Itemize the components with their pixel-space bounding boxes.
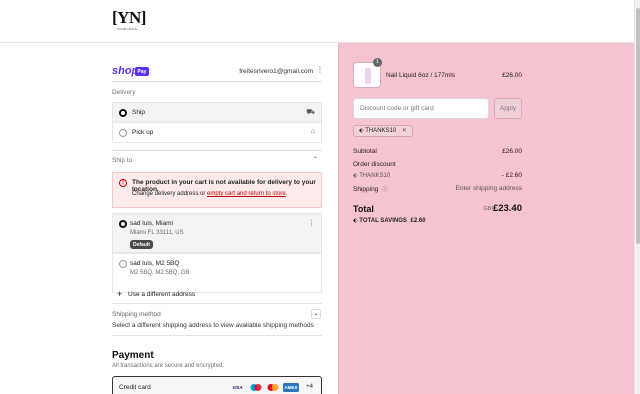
address-name: sad luis, Miami: [130, 220, 173, 227]
logo-text: [YN]: [112, 8, 146, 27]
tag-icon: ⬖: [353, 218, 358, 224]
account-menu-icon[interactable]: ⋮: [316, 66, 324, 74]
empty-cart-link[interactable]: empty cart and return to store: [207, 191, 286, 197]
ship-to-label: Ship to: [112, 157, 133, 164]
discount-code-input[interactable]: [353, 98, 489, 119]
credit-card-label: Credit card: [119, 384, 151, 391]
amex-icon: AMEX: [283, 383, 299, 392]
applied-discount-chip: ⬖ THANKS10 ✕: [353, 125, 413, 137]
alert-body-end: .: [285, 191, 288, 197]
address-radio[interactable]: [119, 220, 127, 228]
address-option[interactable]: sad luis, Miami Miami FL 33111, US Defau…: [112, 213, 322, 253]
discount-value: - £2.60: [501, 172, 522, 179]
pickup-label: Pick up: [132, 129, 154, 136]
subtotal-value: £26.00: [502, 148, 522, 155]
page-scrollbar[interactable]: [634, 0, 640, 394]
ship-to-chevron-up-icon[interactable]: ⌃: [313, 156, 318, 163]
visa-icon: VISA: [232, 385, 243, 390]
store-logo[interactable]: [YN] YOUR NAILS: [112, 8, 146, 33]
address-option[interactable]: sad luis, M2 5BQ M2 5BQ, M2 5BQ, GB: [112, 253, 322, 293]
default-badge: Default: [130, 240, 153, 249]
divider: [112, 150, 322, 151]
mastercard-icon: [266, 383, 280, 392]
shop-pay-badge: Pay: [135, 67, 149, 76]
remove-discount-icon[interactable]: ✕: [402, 128, 407, 134]
quantity-badge: 1: [373, 58, 382, 67]
use-different-address-link[interactable]: Use a different address: [128, 291, 195, 298]
shipping-line: Shipping ⓘ: [353, 185, 388, 193]
discount-code-line: ⬖ THANKS10: [353, 172, 390, 179]
delivery-option-pickup[interactable]: Pick up ⌂: [112, 122, 322, 143]
delivery-option-ship[interactable]: Ship ⛟: [112, 102, 322, 123]
credit-card-option[interactable]: Credit card VISA AMEX +4: [112, 376, 322, 394]
savings-value: £2.60: [410, 218, 426, 224]
shipping-method-message: Select a different shipping address to v…: [112, 322, 314, 329]
pickup-radio[interactable]: [119, 129, 127, 137]
alert-body: Change delivery address or empty cart an…: [132, 191, 287, 197]
total-label: Total: [353, 204, 374, 214]
scrollbar-thumb[interactable]: [636, 8, 640, 244]
address-radio[interactable]: [119, 260, 127, 268]
total-value: £23.40: [492, 203, 522, 214]
discount-code: THANKS10: [359, 173, 391, 179]
checkout-form: shop Pay freitesrivero1@gmail.com ⋮ Deli…: [0, 43, 338, 394]
more-cards-count: +4: [306, 384, 313, 390]
info-icon[interactable]: ⓘ: [382, 187, 388, 193]
order-discount-label: Order discount: [353, 161, 396, 168]
store-icon: ⌂: [310, 128, 315, 135]
maestro-icon: [249, 383, 263, 392]
delivery-label: Delivery: [112, 89, 136, 96]
address-menu-icon[interactable]: ⋮: [308, 219, 315, 227]
plus-icon[interactable]: +: [117, 290, 122, 299]
payment-heading: Payment: [112, 350, 154, 361]
address-line: M2 5BQ, M2 5BQ, GB: [130, 270, 190, 276]
subtotal-label: Subtotal: [353, 148, 377, 155]
total-savings: ⬖ TOTAL SAVINGS £2.60: [353, 217, 426, 224]
shipping-value: Enter shipping address: [455, 185, 523, 192]
product-name: Nail Liquid 6oz / 177mls: [386, 72, 456, 79]
product-price: £26.00: [502, 72, 522, 79]
payment-subheading: All transactions are secure and encrypte…: [112, 363, 225, 369]
shipping-method-chevron-down-icon[interactable]: ⌄: [311, 309, 321, 319]
applied-code: THANKS10: [365, 128, 397, 134]
shipping-label: Shipping: [353, 186, 379, 193]
apply-discount-button[interactable]: Apply: [494, 98, 522, 119]
alert-body-text: Change delivery address or: [132, 191, 208, 197]
delivery-error-banner: ! The product in your cart is not availa…: [112, 172, 322, 208]
address-name: sad luis, M2 5BQ: [130, 260, 180, 267]
tag-icon: ⬖: [359, 128, 364, 134]
nail-liquid-bottle-icon: [365, 68, 371, 84]
savings-label: TOTAL SAVINGS: [359, 218, 407, 224]
divider: [112, 303, 322, 304]
tag-icon: ⬖: [353, 173, 358, 179]
divider: [112, 81, 322, 82]
error-icon: !: [119, 179, 127, 187]
divider: [112, 335, 322, 336]
shipping-method-label: Shipping method: [112, 311, 161, 318]
ship-radio[interactable]: [119, 109, 127, 117]
truck-icon: ⛟: [306, 109, 315, 116]
account-email: freitesrivero1@gmail.com: [239, 68, 313, 75]
logo-subtext: YOUR NAILS: [116, 27, 138, 31]
address-line: Miami FL 33111, US: [130, 230, 184, 236]
ship-label: Ship: [132, 109, 146, 116]
site-header: [YN] YOUR NAILS: [0, 0, 634, 43]
